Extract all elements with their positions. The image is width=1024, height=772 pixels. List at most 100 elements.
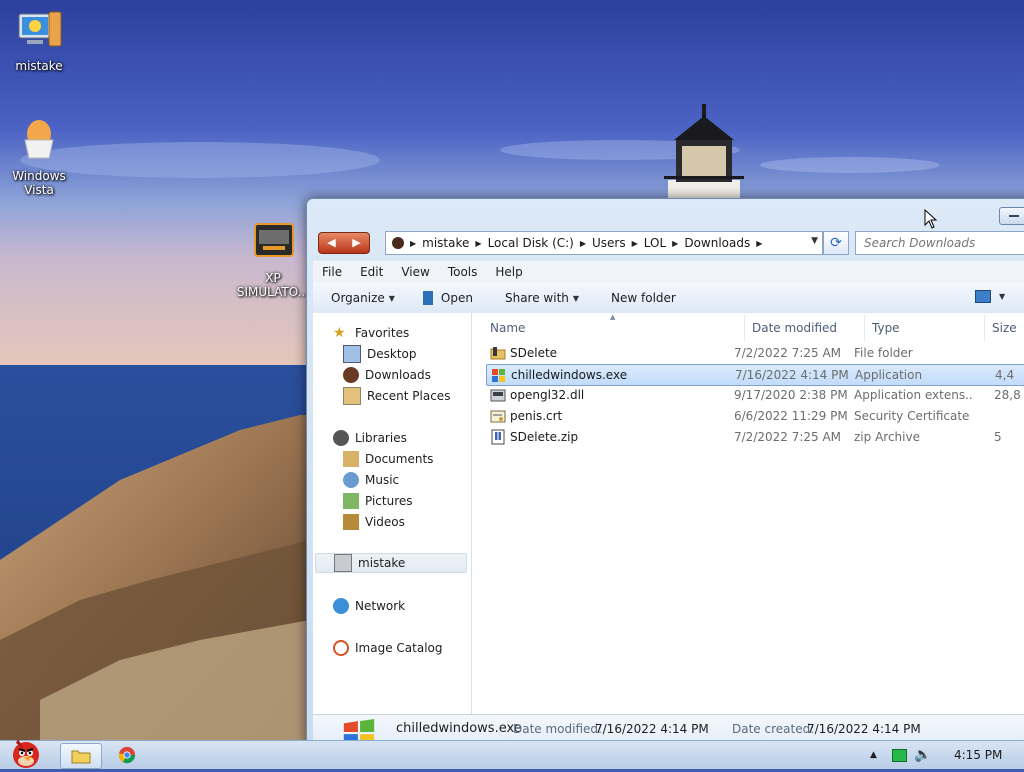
downloads-icon (343, 367, 359, 383)
breadcrumb-separator-icon[interactable]: ▶ (670, 239, 680, 248)
computer-icon (334, 554, 352, 572)
nav-libraries[interactable]: Libraries (333, 428, 407, 448)
view-icon (975, 290, 991, 303)
nav-network[interactable]: Network (333, 596, 405, 616)
window-titlebar[interactable] (307, 199, 1024, 227)
nav-documents[interactable]: Documents (343, 449, 433, 469)
file-date: 7/2/2022 7:25 AM (734, 430, 842, 444)
file-size: 28,8 (994, 388, 1021, 402)
breadcrumb-item[interactable]: Local Disk (C:) (484, 236, 578, 250)
nav-pictures[interactable]: Pictures (343, 491, 413, 511)
zip-icon (491, 429, 505, 445)
share-with-button[interactable]: Share with ▼ (487, 291, 593, 305)
breadcrumb-separator-icon[interactable]: ▶ (578, 239, 588, 248)
column-separator[interactable] (744, 315, 745, 341)
menu-edit[interactable]: Edit (351, 265, 392, 279)
file-row[interactable]: SDelete.zip 7/2/2022 7:25 AM zip Archive… (486, 427, 1024, 447)
nav-videos[interactable]: Videos (343, 512, 405, 532)
breadcrumb-separator-icon[interactable]: ▶ (754, 239, 764, 248)
taskbar-chrome-button[interactable] (110, 743, 144, 767)
file-row[interactable]: penis.crt 6/6/2022 11:29 PM Security Cer… (486, 406, 1024, 426)
nav-label: mistake (358, 556, 406, 570)
nav-label: Image Catalog (355, 641, 443, 655)
nav-label: Favorites (355, 326, 410, 340)
desktop-icon-label: XP SIMULATO... (236, 271, 310, 299)
file-date: 7/2/2022 7:25 AM (734, 346, 842, 360)
column-header-size[interactable]: Size (992, 317, 1017, 339)
details-file-name: chilledwindows.exe (396, 721, 522, 736)
minimize-button[interactable] (999, 207, 1024, 225)
nav-favorites[interactable]: ★ Favorites (333, 323, 409, 343)
show-hidden-icons-button[interactable]: ▲ (870, 741, 877, 769)
chevron-down-icon: ▼ (388, 293, 395, 303)
column-header-date-modified[interactable]: Date modified (752, 317, 837, 339)
breadcrumb-separator-icon[interactable]: ▶ (630, 239, 640, 248)
new-folder-label: New folder (611, 291, 676, 305)
documents-icon (343, 451, 359, 467)
start-button[interactable] (2, 733, 50, 769)
breadcrumb-item[interactable]: LOL (640, 236, 670, 250)
column-separator[interactable] (984, 315, 985, 341)
taskbar-clock[interactable]: 4:15 PM (954, 741, 1002, 769)
nav-label: Pictures (365, 494, 413, 508)
volume-icon[interactable]: 🔈 (914, 741, 931, 769)
search-box[interactable] (855, 231, 1024, 255)
taskbar-explorer-button[interactable] (60, 743, 102, 769)
power-icon[interactable] (892, 741, 907, 769)
file-row[interactable]: SDelete 7/2/2022 7:25 AM File folder (486, 343, 1024, 363)
organize-button[interactable]: Organize ▼ (313, 291, 409, 305)
nav-downloads[interactable]: Downloads (343, 365, 431, 385)
nav-image-catalog[interactable]: Image Catalog (333, 638, 442, 658)
breadcrumb-item[interactable]: Downloads (680, 236, 754, 250)
file-name: SDelete (510, 346, 558, 360)
nav-music[interactable]: Music (343, 470, 399, 490)
file-name: opengl32.dll (510, 388, 585, 402)
vista-egg-icon (24, 120, 54, 159)
network-icon (333, 598, 349, 614)
refresh-button[interactable]: ⟳ (823, 231, 849, 255)
desktop-icon-xp-simulator[interactable]: XP SIMULATO... (234, 220, 312, 299)
file-type: zip Archive (854, 430, 920, 444)
breadcrumb-separator-icon[interactable]: ▶ (408, 239, 418, 248)
windows-flag-icon (492, 369, 505, 382)
nav-label: Downloads (365, 368, 431, 382)
nav-recent-places[interactable]: Recent Places (343, 386, 450, 406)
file-row[interactable]: opengl32.dll 9/17/2020 2:38 PM Applicati… (486, 385, 1024, 405)
breadcrumb-separator-icon[interactable]: ▶ (473, 239, 483, 248)
back-button[interactable]: ◀ (319, 233, 344, 253)
column-separator[interactable] (864, 315, 865, 341)
file-type: Application extens... (854, 388, 972, 402)
breadcrumb-item[interactable]: Users (588, 236, 630, 250)
desktop-icon-computer[interactable]: mistake (0, 8, 78, 73)
address-dropdown-icon[interactable]: ▼ (811, 236, 818, 246)
nav-desktop[interactable]: Desktop (343, 344, 417, 364)
open-icon (422, 291, 433, 305)
menu-help[interactable]: Help (486, 265, 531, 279)
nav-buttons: ◀ ▶ (318, 232, 370, 254)
details-created-value: 7/16/2022 4:14 PM (807, 722, 921, 736)
menu-tools[interactable]: Tools (439, 265, 487, 279)
column-header-name[interactable]: Name (490, 317, 525, 339)
menu-file[interactable]: File (313, 265, 351, 279)
computer-icon (18, 11, 62, 47)
open-button[interactable]: Open (409, 291, 487, 305)
desktop-icon-windows-vista[interactable]: Windows Vista (0, 118, 78, 197)
nav-label: Videos (365, 515, 405, 529)
star-icon: ★ (333, 325, 346, 341)
file-list-pane: ▲ Name Date modified Type Size SDelete 7… (472, 313, 1024, 714)
folder-icon (490, 347, 506, 360)
nav-label: Libraries (355, 431, 407, 445)
file-row-selected[interactable]: chilledwindows.exe 7/16/2022 4:14 PM App… (486, 364, 1024, 386)
address-bar[interactable]: ▶ mistake ▶ Local Disk (C:) ▶ Users ▶ LO… (385, 231, 823, 255)
new-folder-button[interactable]: New folder (593, 291, 690, 305)
forward-button[interactable]: ▶ (344, 233, 369, 253)
breadcrumb-item[interactable]: mistake (418, 236, 473, 250)
desktop-icon-label: Windows Vista (12, 169, 66, 197)
column-header-type[interactable]: Type (872, 317, 900, 339)
libraries-icon (333, 430, 349, 446)
view-options-button[interactable]: ▼ (975, 290, 1005, 303)
search-input[interactable] (862, 235, 1024, 251)
organize-label: Organize (331, 291, 385, 305)
menu-view[interactable]: View (392, 265, 438, 279)
nav-computer[interactable]: mistake (315, 553, 467, 573)
